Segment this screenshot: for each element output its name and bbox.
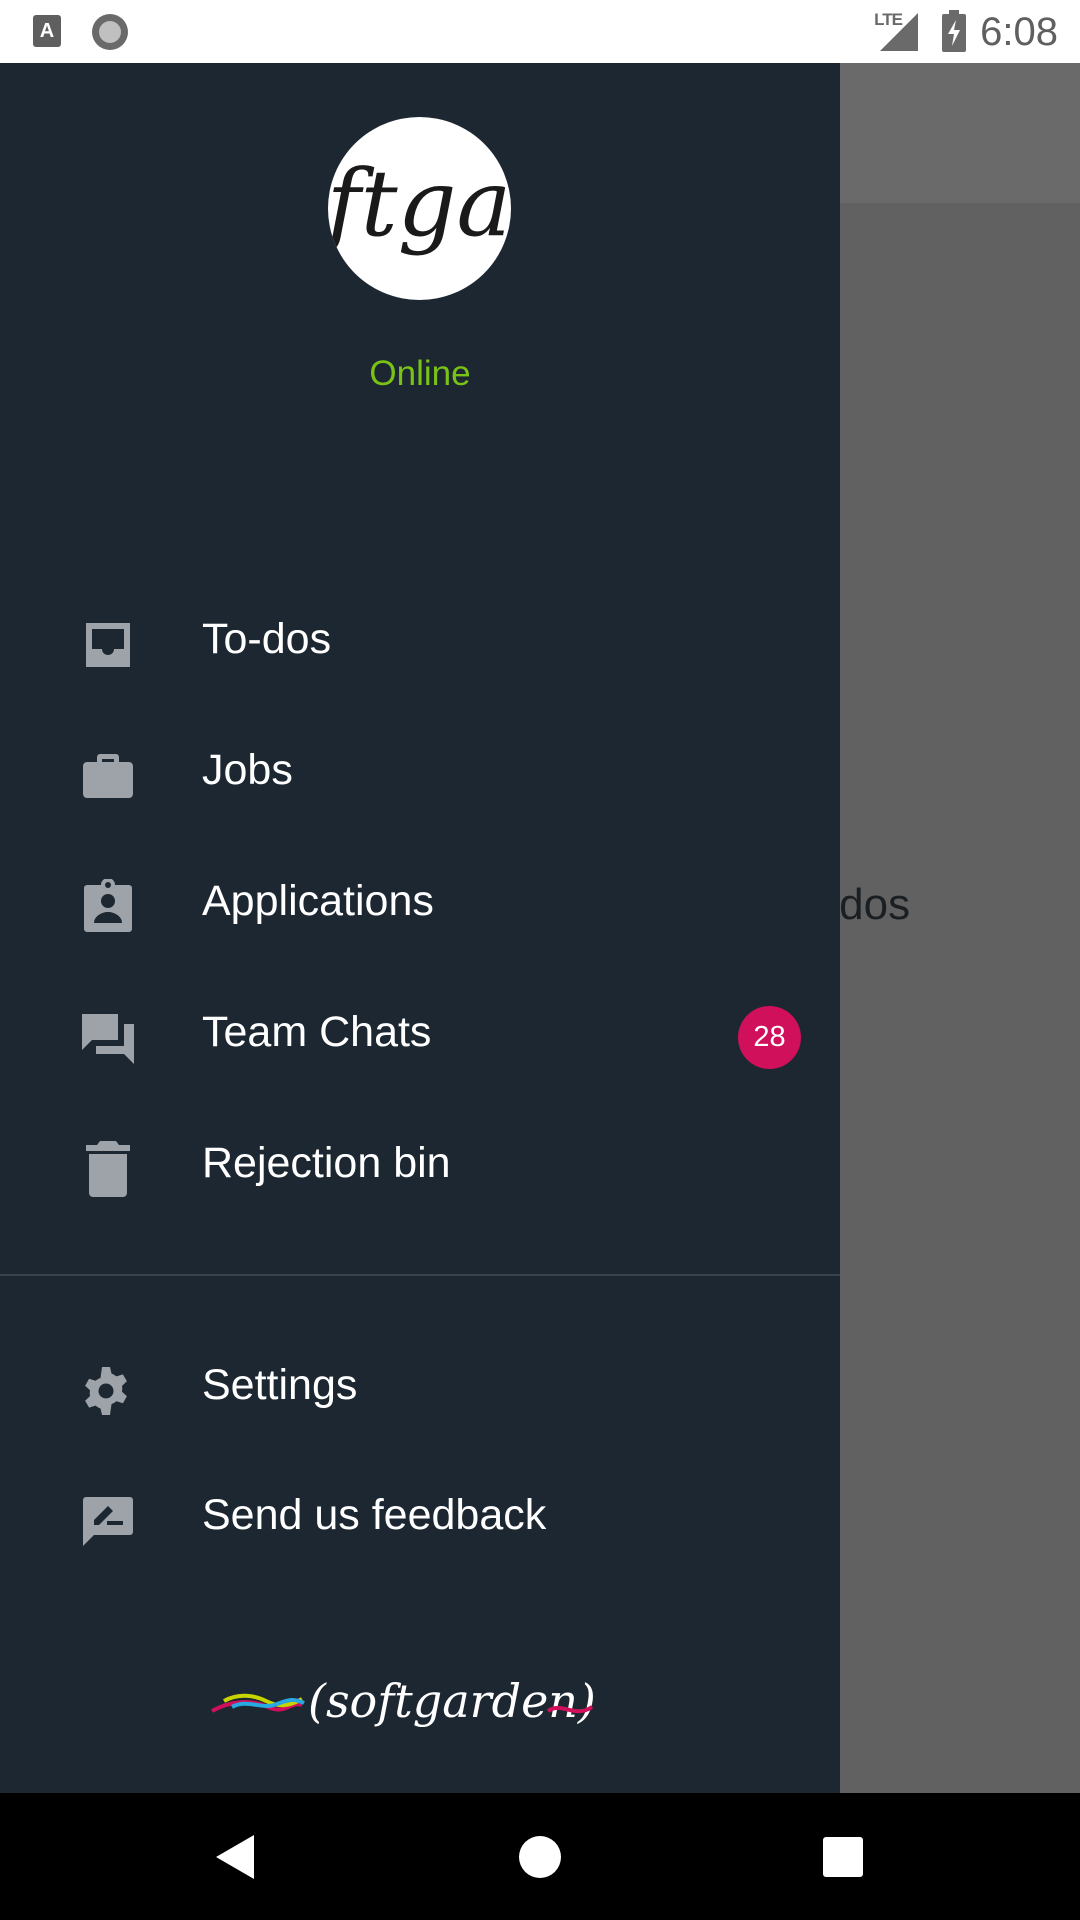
menu-label: To-dos <box>202 615 332 663</box>
chat-bubbles-icon <box>82 1014 134 1064</box>
background-content <box>840 203 1080 1793</box>
menu-item-rejection-bin[interactable]: Rejection bin <box>0 1111 840 1221</box>
feedback-icon <box>83 1497 133 1546</box>
system-nav-bar <box>0 1793 1080 1920</box>
back-icon[interactable] <box>216 1835 256 1879</box>
contact-card-icon <box>84 879 132 932</box>
menu-label: Settings <box>202 1361 358 1409</box>
menu-label: Jobs <box>202 746 293 794</box>
menu-item-jobs[interactable]: Jobs <box>0 718 840 828</box>
trash-icon <box>86 1141 130 1197</box>
menu-label: Applications <box>202 877 434 925</box>
background-app[interactable]: To-dos <box>840 63 1080 1793</box>
avatar[interactable]: ftga <box>328 117 511 300</box>
clock: 6:08 <box>980 10 1058 54</box>
menu-item-team-chats[interactable]: Team Chats 28 <box>0 980 840 1090</box>
menu-label: Rejection bin <box>202 1139 451 1187</box>
menu-divider <box>0 1274 840 1276</box>
softgarden-logo: (softgarden) <box>210 1671 596 1746</box>
menu-item-settings[interactable]: Settings <box>0 1333 840 1443</box>
battery-charging-icon <box>942 10 966 52</box>
background-toolbar <box>840 63 1080 203</box>
menu-item-applications[interactable]: Applications <box>0 849 840 959</box>
menu-label: Team Chats <box>202 1008 432 1056</box>
gear-icon <box>85 1367 127 1415</box>
navigation-drawer: ftga Online To-dos Jobs Applications Tea <box>0 63 840 1793</box>
menu-item-feedback[interactable]: Send us feedback <box>0 1463 840 1573</box>
svg-text:(softgarden): (softgarden) <box>308 1674 594 1728</box>
background-title: To-dos <box>840 880 911 929</box>
inbox-icon <box>86 623 130 667</box>
menu-item-todos[interactable]: To-dos <box>0 587 840 697</box>
svg-text:ftga: ftga <box>328 150 511 257</box>
online-status: Online <box>369 354 471 393</box>
home-icon[interactable] <box>518 1835 562 1879</box>
recents-icon[interactable] <box>823 1837 863 1877</box>
menu-label: Send us feedback <box>202 1491 547 1539</box>
signal-icon <box>880 13 918 51</box>
unread-badge: 28 <box>738 1006 801 1069</box>
svg-text:A: A <box>40 20 54 42</box>
status-bar: A LTE 6:08 <box>0 0 1080 63</box>
text-a-icon: A <box>33 15 61 47</box>
circle-record-icon <box>92 14 128 50</box>
briefcase-icon <box>83 754 133 798</box>
